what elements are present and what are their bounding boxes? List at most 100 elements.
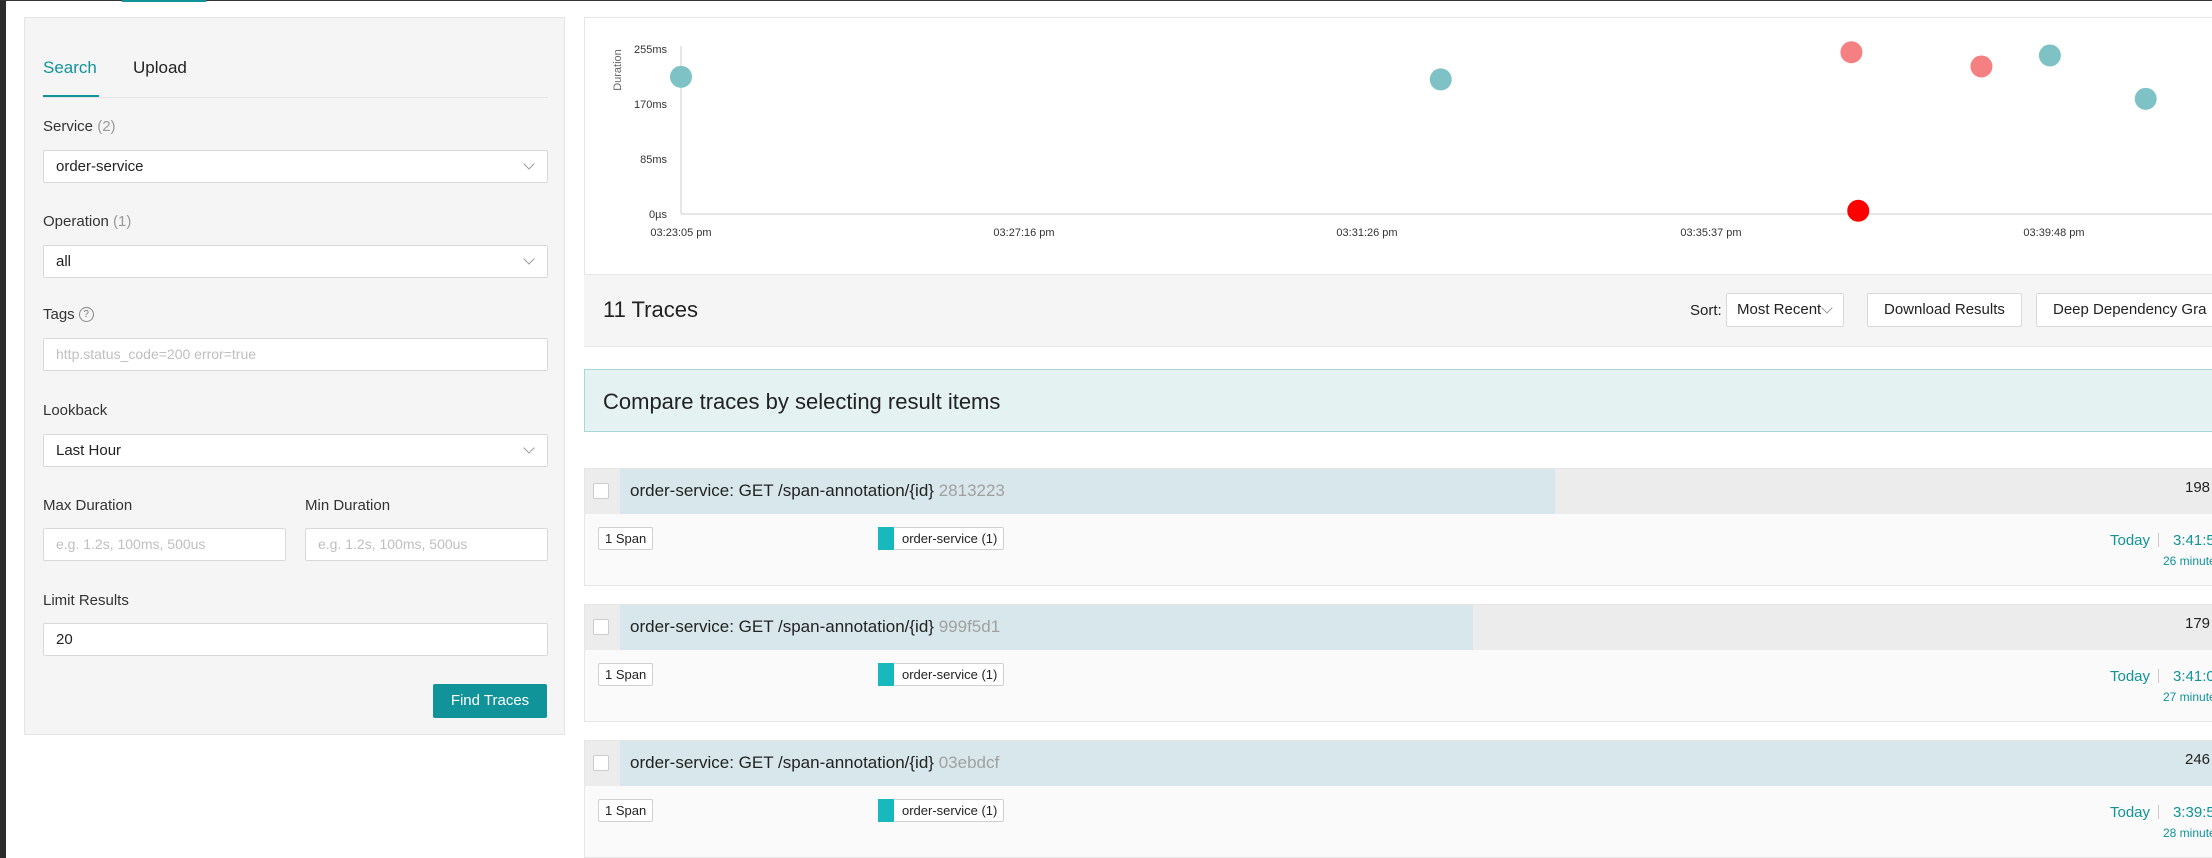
y-tick-label: 0µs [649,209,667,221]
trace-title[interactable]: order-service: GET /span-annotation/{id}… [630,753,999,773]
operation-select[interactable]: all [43,245,548,278]
y-tick-label: 170ms [634,99,668,111]
service-label-text: Service [43,118,94,135]
trace-time: 3:41:0 [2173,668,2212,685]
trace-service-operation: order-service: GET /span-annotation/{id} [630,617,934,636]
x-tick-label: 03:27:16 pm [993,227,1054,239]
trace-item[interactable]: order-service: GET /span-annotation/{id}… [584,740,2212,858]
tags-label-text: Tags [43,306,75,323]
trace-day: Today [2110,668,2151,685]
trace-point[interactable] [2038,44,2061,67]
span-count-tag: 1 Span [598,799,654,822]
top-bar [0,0,2212,1]
trace-start-time: Today 3:39:5 [2110,804,2212,821]
span-count-tag: 1 Span [598,527,654,550]
sort-select[interactable]: Most Recent [1726,293,1844,327]
service-color-swatch [878,799,894,822]
trace-id: 2813223 [938,481,1005,500]
trace-scatter-plot: Duration 0µs 85ms 170ms 255ms 03:23:05 pm 03… [584,17,2212,275]
trace-relative-time: 28 minute [2163,826,2212,840]
chevron-down-icon [523,442,535,454]
span-count-tag: 1 Span [598,663,654,686]
tags-placeholder: http.status_code=200 error=true [56,346,257,362]
tab-divider [43,97,548,98]
lookback-select[interactable]: Last Hour [43,434,548,467]
trace-duration: 246 [2185,751,2211,768]
download-results-button[interactable]: Download Results [1867,293,2022,327]
trace-item[interactable]: order-service: GET /span-annotation/{id}… [584,604,2212,722]
trace-point[interactable] [1847,199,1870,222]
trace-day: Today [2110,532,2151,549]
find-traces-button[interactable]: Find Traces [433,684,547,718]
service-select[interactable]: order-service [43,150,548,183]
sort-select-value: Most Recent [1737,301,1822,318]
min-duration-placeholder: e.g. 1.2s, 100ms, 500us [318,536,468,552]
trace-point[interactable] [1429,68,1452,91]
min-duration-input[interactable]: e.g. 1.2s, 100ms, 500us [305,528,548,561]
trace-select-checkbox[interactable] [593,755,609,771]
trace-id: 03ebdcf [938,753,1000,772]
service-tag: order-service (1) [894,663,1005,686]
trace-time: 3:41:5 [2173,532,2212,549]
sort-label: Sort: [1690,302,1722,319]
trace-day: Today [2110,804,2151,821]
trace-start-time: Today 3:41:5 [2110,532,2212,549]
trace-item[interactable]: order-service: GET /span-annotation/{id}… [584,468,2212,586]
trace-header[interactable]: order-service: GET /span-annotation/{id}… [585,741,2212,786]
trace-point[interactable] [670,65,692,88]
limit-results-label: Limit Results [43,592,129,609]
service-color-swatch [878,663,894,686]
y-axis-label: Duration [612,49,624,91]
nav-active-indicator [122,0,206,2]
trace-id: 999f5d1 [938,617,1001,636]
operation-label-text: Operation [43,213,109,230]
trace-point[interactable] [1840,41,1863,64]
service-tag: order-service (1) [894,527,1005,550]
tags-input[interactable]: http.status_code=200 error=true [43,338,548,371]
y-tick-label: 255ms [634,44,668,56]
trace-title[interactable]: order-service: GET /span-annotation/{id}… [630,481,1005,501]
trace-select-checkbox[interactable] [593,483,609,499]
trace-duration: 198 [2185,479,2211,496]
trace-relative-time: 26 minute [2163,554,2212,568]
operation-count: (1) [113,213,132,230]
time-separator [2158,805,2160,819]
min-duration-label: Min Duration [305,497,391,514]
service-color-swatch [878,527,894,550]
operation-label: Operation (1) [43,213,131,230]
limit-results-input[interactable]: 20 [43,623,548,656]
x-tick-label: 03:23:05 pm [650,227,711,239]
compare-banner: Compare traces by selecting result items [584,369,2212,432]
trace-point[interactable] [1970,55,1993,78]
window-edge-strip [0,0,6,858]
chevron-down-icon [523,158,535,170]
trace-header[interactable]: order-service: GET /span-annotation/{id}… [585,605,2212,650]
tab-search[interactable]: Search [43,58,97,78]
service-label: Service (2) [43,118,116,135]
time-separator [2158,533,2160,547]
x-tick-label: 03:35:37 pm [1680,227,1741,239]
x-tick-label: 03:39:48 pm [2023,227,2084,239]
results-header: 11 Traces Sort: Most Recent Download Res… [584,275,2212,347]
tags-label: Tags? [43,306,94,323]
service-count: (2) [97,118,116,135]
trace-point[interactable] [2134,87,2157,110]
results-count: 11 Traces [603,297,698,322]
chevron-down-icon [1821,302,1833,314]
trace-header[interactable]: order-service: GET /span-annotation/{id}… [585,469,2212,514]
max-duration-placeholder: e.g. 1.2s, 100ms, 500us [56,536,206,552]
tab-upload[interactable]: Upload [133,58,187,78]
trace-service-operation: order-service: GET /span-annotation/{id} [630,753,934,772]
max-duration-input[interactable]: e.g. 1.2s, 100ms, 500us [43,528,286,561]
trace-title[interactable]: order-service: GET /span-annotation/{id}… [630,617,1000,637]
help-icon[interactable]: ? [78,307,94,322]
scatter-svg: Duration 0µs 85ms 170ms 255ms 03:23:05 pm 03… [612,41,2212,239]
x-tick-label: 03:31:26 pm [1336,227,1397,239]
service-select-value: order-service [56,158,144,175]
trace-select-checkbox[interactable] [593,619,609,635]
search-panel: Search Upload Service (2) order-service … [24,17,565,735]
deep-dependency-graph-button[interactable]: Deep Dependency Gra [2036,293,2212,327]
compare-banner-text: Compare traces by selecting result items [603,389,1001,414]
max-duration-label: Max Duration [43,497,133,514]
time-separator [2158,669,2160,683]
